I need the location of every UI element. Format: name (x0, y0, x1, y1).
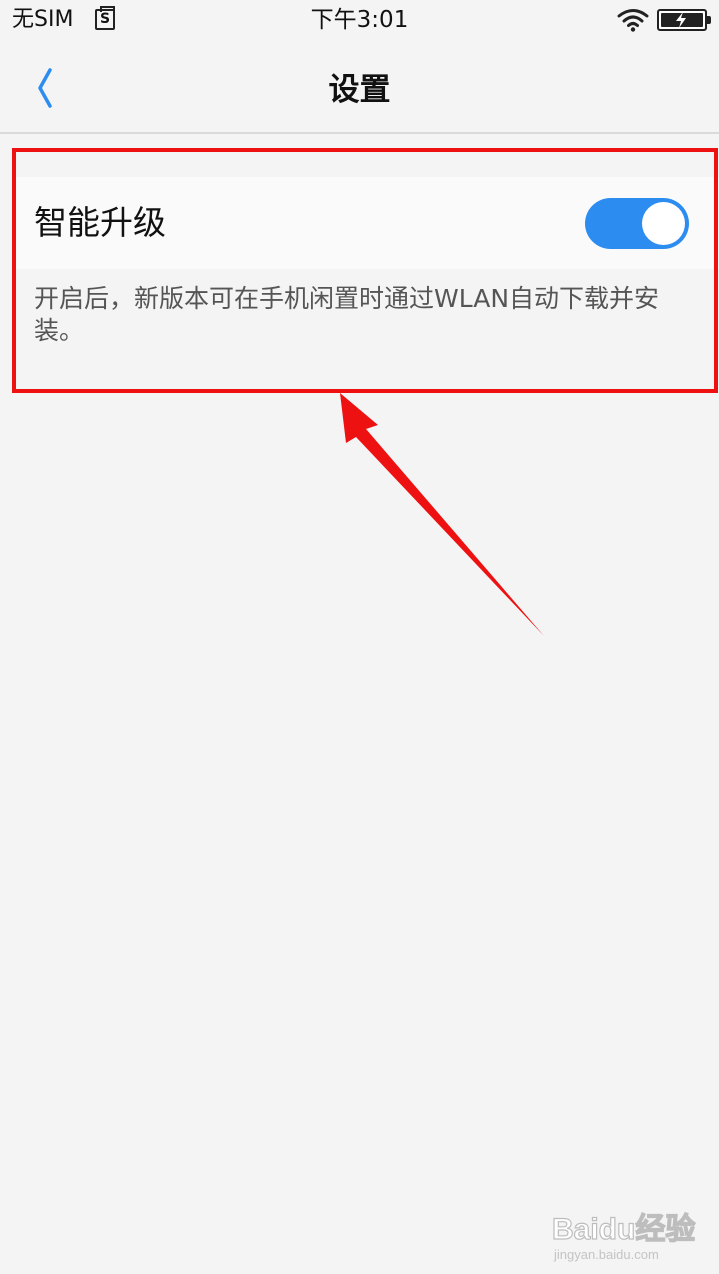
baidu-logo-icon: Baidu经验 jingyan.baidu.com (551, 1211, 696, 1262)
status-time: 下午3:01 (310, 7, 409, 33)
page-title: 设置 (328, 72, 391, 108)
watermark-brand: Baidu经验 (552, 1212, 695, 1246)
watermark-url: jingyan.baidu.com (553, 1247, 659, 1262)
wifi-icon (617, 9, 649, 32)
baidu-watermark: Baidu经验 jingyan.baidu.com (550, 1205, 710, 1265)
battery-charging-icon (657, 9, 711, 31)
screen: 无SIM S 下午3:01 设置 智能升级 开启后，新版本可在手机闲置时通过WL… (0, 0, 719, 1274)
annotation-highlight-box (12, 148, 718, 393)
status-bar: 无SIM S 下午3:01 (0, 0, 719, 40)
annotation-arrow-icon (340, 393, 544, 636)
charging-bolt-icon (676, 12, 686, 28)
nav-bar: 设置 (0, 40, 719, 134)
